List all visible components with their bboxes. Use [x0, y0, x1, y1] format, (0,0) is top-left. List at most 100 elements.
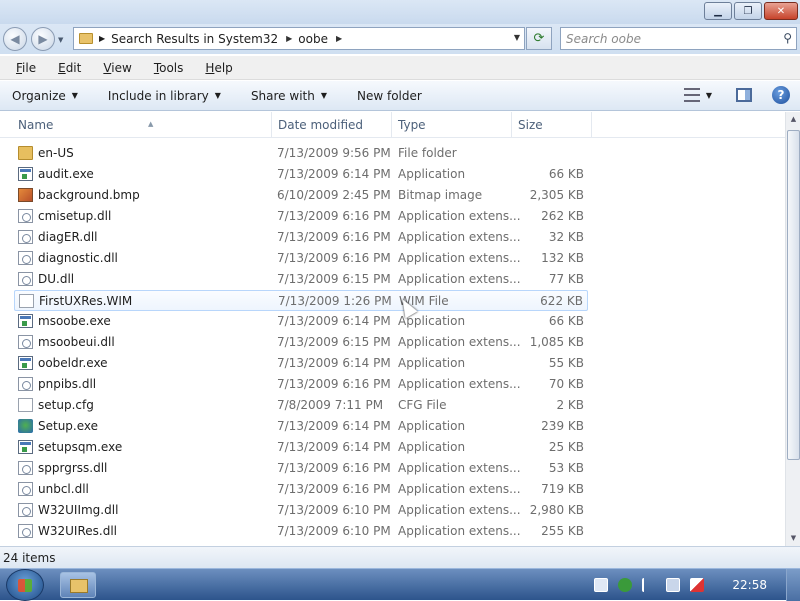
table-row[interactable]: pnpibs.dll 7/13/2009 6:16 PM Application e… [14, 374, 588, 395]
table-row[interactable]: unbcl.dll 7/13/2009 6:16 PM Application ex… [14, 479, 588, 500]
file-size: 2,980 KB [529, 503, 584, 517]
security-icon[interactable] [618, 578, 632, 592]
menu-view[interactable]: View [99, 61, 135, 75]
table-row[interactable]: setupsqm.exe 7/13/2009 6:14 PM Application… [14, 437, 588, 458]
taskbar-explorer-button[interactable] [60, 572, 96, 598]
table-row[interactable]: msoobe.exe 7/13/2009 6:14 PM Application 66… [14, 311, 588, 332]
breadcrumb-arrow-icon[interactable]: ▶ [99, 34, 105, 43]
view-options-icon[interactable] [683, 88, 700, 102]
menu-file[interactable]: File [12, 61, 40, 75]
file-name: Setup.exe [38, 419, 99, 433]
file-type: Application [398, 167, 466, 181]
file-date: 7/13/2009 6:15 PM [277, 272, 391, 286]
table-row[interactable]: diagnostic.dll 7/13/2009 6:16 PM Applicati… [14, 248, 588, 269]
file-date: 7/13/2009 6:14 PM [277, 419, 391, 433]
view-controls: ▼ ? [683, 86, 790, 104]
minimize-button[interactable]: ▁ [704, 2, 732, 20]
table-row[interactable]: Setup.exe 7/13/2009 6:14 PM Application 239… [14, 416, 588, 437]
table-row[interactable]: audit.exe 7/13/2009 6:14 PM Application 66 … [14, 164, 588, 185]
network-icon[interactable] [666, 578, 680, 592]
file-date: 7/8/2009 7:11 PM [277, 398, 384, 412]
file-type: Application extens... [398, 230, 521, 244]
back-button[interactable]: ◀ [3, 27, 27, 51]
scroll-up-icon[interactable]: ▲ [787, 112, 800, 127]
address-bar[interactable]: ▶ Search Results in System32 ▶ oobe ▶ ▼ [73, 27, 525, 50]
title-bar[interactable]: ▁ ❐ ✕ [0, 0, 800, 24]
menu-accelerator: E [58, 60, 66, 75]
file-type: Application [398, 440, 466, 454]
table-row[interactable]: FirstUXRes.WIM 7/13/2009 1:26 PM WIM File 6… [14, 290, 588, 311]
search-input[interactable] [561, 28, 771, 49]
help-icon[interactable]: ? [772, 86, 790, 104]
new-folder-button[interactable]: New folder [357, 89, 422, 103]
scrollbar-thumb[interactable] [787, 130, 800, 460]
command-bar: Organize ▼ Include in library ▼ Share with… [0, 81, 800, 111]
table-row[interactable]: DU.dll 7/13/2009 6:15 PM Application exten… [14, 269, 588, 290]
file-size: 132 KB [541, 251, 584, 265]
menu-label: dit [65, 60, 82, 75]
breadcrumb-arrow-icon[interactable]: ▶ [336, 34, 342, 43]
organize-label: Organize [12, 88, 66, 103]
address-dropdown-icon[interactable]: ▼ [514, 33, 520, 42]
organize-button[interactable]: Organize ▼ [12, 89, 78, 103]
table-row[interactable]: spprgrss.dll 7/13/2009 6:16 PM Application… [14, 458, 588, 479]
table-row[interactable]: setup.cfg 7/8/2009 7:11 PM CFG File 2 KB [14, 395, 588, 416]
table-row[interactable]: W32UIImg.dll 7/13/2009 6:10 PM Application… [14, 500, 588, 521]
exe-icon [18, 167, 33, 181]
file-date: 7/13/2009 6:15 PM [277, 335, 391, 349]
table-row[interactable]: en-US 7/13/2009 9:56 PM File folder [14, 143, 588, 164]
menu-help[interactable]: Help [201, 61, 236, 75]
show-desktop-button[interactable] [786, 569, 800, 601]
breadcrumb-arrow-icon[interactable]: ▶ [286, 34, 292, 43]
maximize-button[interactable]: ❐ [734, 2, 762, 20]
volume-muted-icon[interactable] [690, 578, 704, 592]
file-size: 70 KB [548, 377, 584, 391]
column-header-type[interactable]: Type [392, 112, 512, 138]
include-in-library-label: Include in library [107, 88, 209, 103]
table-row[interactable]: msoobeui.dll 7/13/2009 6:15 PM Application… [14, 332, 588, 353]
table-row[interactable]: diagER.dll 7/13/2009 6:16 PM Application e… [14, 227, 588, 248]
chevron-down-icon: ▼ [214, 91, 221, 100]
search-box[interactable]: ⚲ [560, 27, 797, 50]
file-name: en-US [38, 146, 74, 160]
file-type: Application extens... [398, 524, 521, 538]
table-row[interactable]: background.bmp 6/10/2009 2:45 PM Bitmap im… [14, 185, 588, 206]
file-size: 53 KB [548, 461, 584, 475]
forward-button[interactable]: ▶ [31, 27, 55, 51]
chevron-down-icon: ▼ [71, 91, 78, 100]
scroll-down-icon[interactable]: ▼ [787, 531, 800, 546]
flag-icon[interactable] [642, 578, 656, 592]
menu-edit[interactable]: Edit [54, 61, 85, 75]
menu-tools[interactable]: Tools [150, 61, 188, 75]
file-icon [19, 294, 34, 308]
breadcrumb-oobe[interactable]: oobe ▶ [298, 32, 342, 46]
close-button[interactable]: ✕ [764, 2, 798, 20]
include-in-library-button[interactable]: Include in library ▼ [108, 89, 221, 103]
window-controls: ▁ ❐ ✕ [702, 2, 800, 20]
recent-pages-dropdown-icon[interactable]: ▼ [58, 36, 63, 44]
column-header-date[interactable]: Date modified [272, 112, 392, 138]
column-header-name[interactable]: Name ▲ [12, 112, 272, 138]
file-icon [18, 398, 33, 412]
vertical-scrollbar[interactable]: ▲ ▼ [785, 112, 800, 546]
document-icon[interactable] [594, 578, 608, 592]
file-size: 622 KB [540, 294, 583, 308]
table-row[interactable]: W32UIRes.dll 7/13/2009 6:10 PM Application… [14, 521, 588, 542]
breadcrumb-search-results[interactable]: Search Results in System32 ▶ [111, 32, 292, 46]
file-name: msoobe.exe [38, 314, 111, 328]
search-icon[interactable]: ⚲ [783, 31, 792, 45]
refresh-button[interactable]: ⟳ [526, 27, 552, 50]
sort-ascending-icon: ▲ [148, 120, 154, 128]
start-button[interactable] [6, 569, 44, 601]
file-size: 1,085 KB [529, 335, 584, 349]
file-name: diagnostic.dll [38, 251, 118, 265]
preview-pane-icon[interactable] [736, 88, 752, 102]
file-size: 719 KB [541, 482, 584, 496]
table-row[interactable]: cmisetup.dll 7/13/2009 6:16 PM Application… [14, 206, 588, 227]
column-header-size[interactable]: Size [512, 112, 592, 138]
table-row[interactable]: oobeldr.exe 7/13/2009 6:14 PM Application 5… [14, 353, 588, 374]
file-type: Application extens... [398, 251, 521, 265]
share-with-button[interactable]: Share with ▼ [251, 89, 327, 103]
view-dropdown-icon[interactable]: ▼ [706, 91, 712, 100]
clock[interactable]: 22:58 [732, 578, 767, 592]
